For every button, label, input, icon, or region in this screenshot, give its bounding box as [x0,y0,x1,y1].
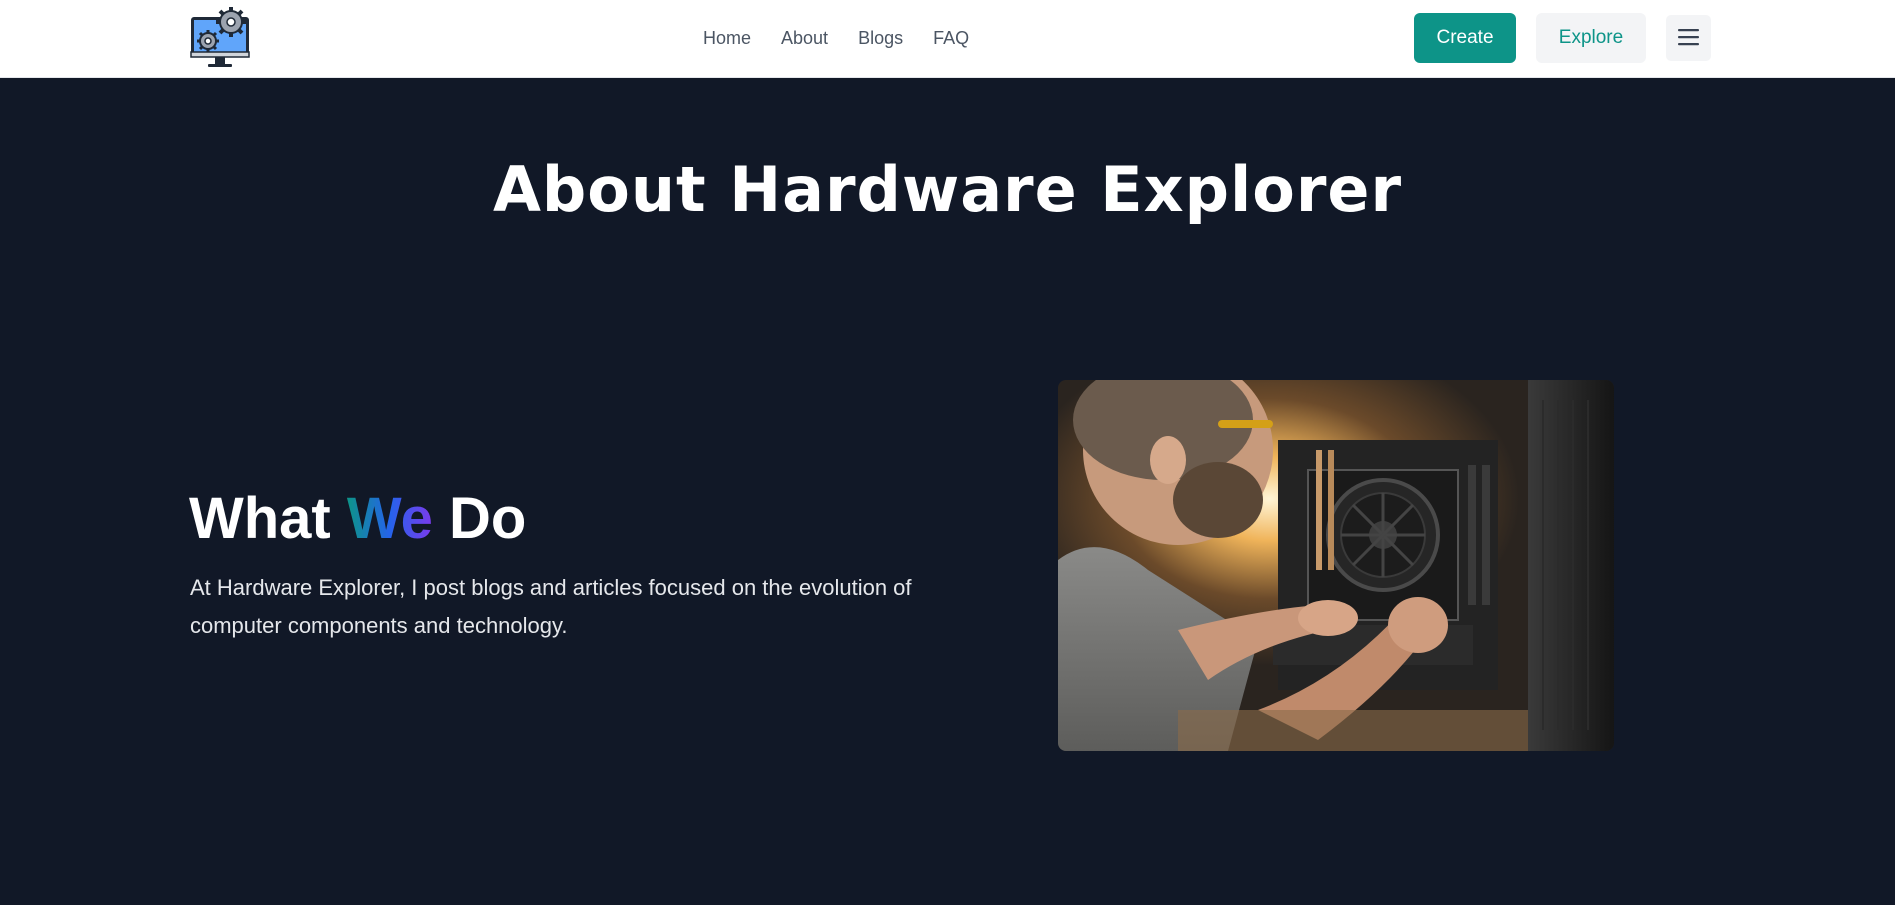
nav-link-faq[interactable]: FAQ [933,26,969,50]
hamburger-menu-icon [1678,29,1699,46]
what-we-do-heading: What We Do [189,486,526,552]
heading-word-what: What [189,486,331,551]
nav-link-blogs[interactable]: Blogs [858,26,903,50]
explore-button[interactable]: Explore [1536,13,1646,63]
create-button[interactable]: Create [1414,13,1516,63]
hamburger-menu-button[interactable] [1666,15,1711,61]
what-we-do-text: At Hardware Explorer, I post blogs and a… [190,575,912,638]
computer-gears-icon[interactable] [189,7,255,71]
navbar: Home About Blogs FAQ Create Explore [0,0,1895,78]
nav-links: Home About Blogs FAQ [703,26,969,50]
nav-link-about[interactable]: About [781,26,828,50]
nav-link-home[interactable]: Home [703,26,751,50]
technician-building-pc-photo [1058,380,1614,751]
heading-word-do: Do [448,486,527,551]
page-title: About Hardware Explorer [492,153,1403,226]
heading-word-we: We [346,486,433,551]
